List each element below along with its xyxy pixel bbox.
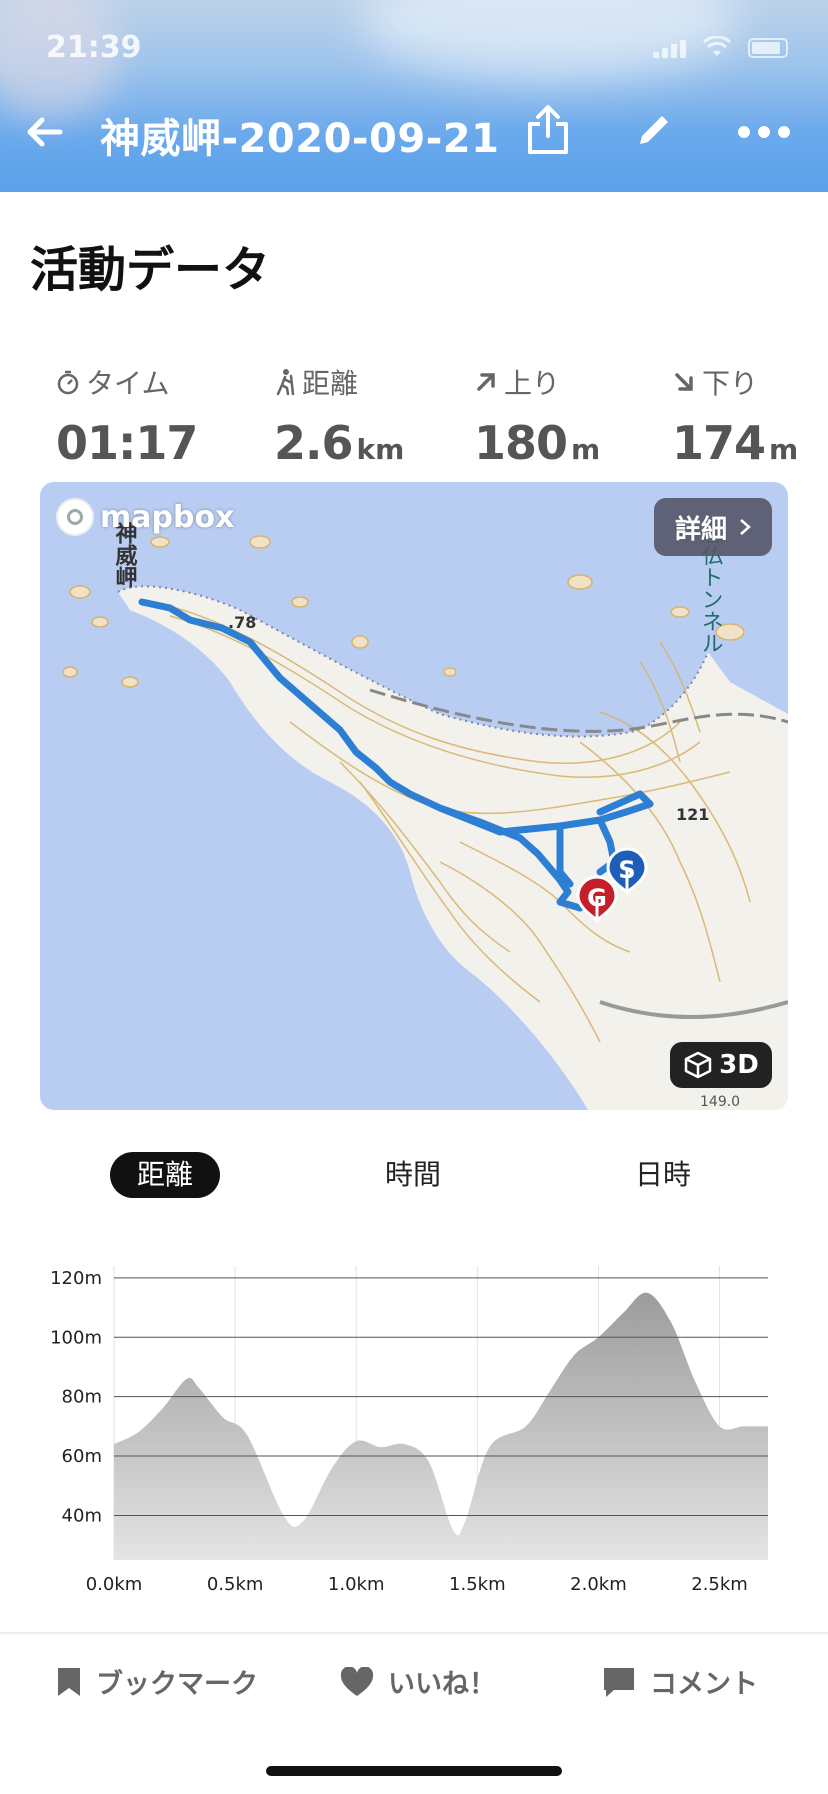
- chevron-right-icon: [740, 519, 751, 535]
- battery-icon: [748, 38, 788, 58]
- status-icons: [653, 36, 788, 58]
- map-elevation-label: 149.0: [700, 1094, 740, 1110]
- x-tick-label: 1.0km: [328, 1574, 385, 1595]
- x-tick-label: 2.5km: [691, 1574, 748, 1595]
- like-button[interactable]: いいね！: [340, 1662, 496, 1701]
- comment-button[interactable]: コメント: [602, 1662, 758, 1701]
- stat-ascent-unit: m: [571, 433, 601, 466]
- tab-distance[interactable]: 距離: [110, 1152, 220, 1198]
- comment-label: コメント: [650, 1669, 758, 1700]
- y-tick-label: 100m: [50, 1327, 102, 1348]
- stat-distance-label: 距離: [302, 367, 359, 400]
- stat-distance-value: 2.6: [274, 416, 353, 470]
- bookmark-button[interactable]: ブックマーク: [56, 1662, 258, 1701]
- x-tick-label: 1.5km: [449, 1574, 506, 1595]
- y-tick-label: 120m: [50, 1268, 102, 1289]
- map-elevation-label: 121: [676, 805, 709, 824]
- home-indicator: [266, 1766, 562, 1776]
- elevation-chart: 40m 60m 80m 100m 120m 0.0km 0.5km 1.0km 1.5km 2.…: [50, 1266, 768, 1595]
- bookmark-icon: [58, 1667, 80, 1696]
- route-map[interactable]: S G .78 121 149.0 神威岬 念仏トンネル mapbox 詳細 3…: [40, 482, 788, 1110]
- y-tick-label: 80m: [62, 1387, 102, 1408]
- stat-distance: 距離 2.6 km: [274, 362, 404, 470]
- stat-descent-value: 174: [672, 416, 766, 470]
- map-canvas: S G .78 121 149.0 神威岬 念仏トンネル: [62, 521, 788, 1110]
- x-tick-label: 2.0km: [570, 1574, 627, 1595]
- map-detail-button[interactable]: 詳細: [654, 498, 772, 556]
- stat-time-label: タイム: [86, 367, 170, 400]
- bookmark-label: ブックマーク: [96, 1669, 258, 1700]
- stat-descent-unit: m: [769, 433, 799, 466]
- arrow-up-right-icon: [477, 373, 495, 391]
- tab-datetime[interactable]: 日時: [608, 1152, 718, 1198]
- y-tick-label: 60m: [62, 1446, 102, 1467]
- tab-label: 時間: [384, 1158, 441, 1191]
- pencil-edit-icon[interactable]: [634, 110, 674, 150]
- start-marker-label: S: [618, 856, 635, 884]
- map-elevation-label: .78: [228, 613, 256, 632]
- stat-ascent: 上り 180 m: [474, 362, 600, 470]
- stat-time: タイム 01:17: [56, 362, 198, 470]
- x-tick-label: 0.5km: [207, 1574, 264, 1595]
- timer-icon: [57, 370, 79, 395]
- header: 21:39 神威岬-2020-09-21: [0, 0, 828, 192]
- elevation-area: [114, 1292, 768, 1560]
- back-arrow-icon[interactable]: [24, 112, 64, 152]
- section-title: 活動データ: [30, 242, 271, 298]
- map-detail-label: 詳細: [674, 514, 727, 545]
- stat-descent: 下り 174 m: [672, 362, 798, 470]
- cube-icon: [684, 1051, 712, 1079]
- mapbox-logo-icon: [56, 498, 94, 536]
- status-time: 21:39: [46, 30, 142, 65]
- signal-icon: [653, 40, 686, 58]
- map-3d-button[interactable]: 3D: [670, 1042, 772, 1088]
- tab-time[interactable]: 時間: [358, 1152, 468, 1198]
- tab-label: 距離: [136, 1158, 193, 1191]
- arrow-down-right-icon: [675, 373, 693, 391]
- more-options-icon[interactable]: [736, 124, 792, 140]
- comment-icon: [604, 1667, 634, 1697]
- chart-x-ticks: 0.0km 0.5km 1.0km 1.5km 2.0km 2.5km: [86, 1574, 748, 1595]
- mapbox-logo-text: mapbox: [100, 499, 235, 535]
- hiker-icon: [276, 369, 295, 396]
- wifi-icon: [702, 36, 732, 56]
- stat-ascent-label: 上り: [504, 367, 561, 400]
- map-land: [118, 586, 788, 1110]
- y-tick-label: 40m: [62, 1505, 102, 1526]
- share-icon[interactable]: [524, 104, 572, 156]
- stat-distance-unit: km: [356, 433, 405, 466]
- chart-y-ticks: 40m 60m 80m 100m 120m: [50, 1268, 102, 1527]
- stat-descent-label: 下り: [702, 367, 759, 400]
- like-label: いいね！: [388, 1669, 496, 1700]
- map-3d-label: 3D: [719, 1050, 759, 1080]
- x-tick-label: 0.0km: [86, 1574, 143, 1595]
- goal-marker-label: G: [587, 884, 607, 912]
- page-title: 神威岬-2020-09-21: [100, 116, 500, 162]
- mapbox-logo: mapbox: [56, 498, 234, 536]
- heart-icon: [340, 1666, 374, 1696]
- tab-label: 日時: [634, 1158, 691, 1191]
- stat-time-value: 01:17: [56, 416, 198, 470]
- stat-ascent-value: 180: [474, 416, 568, 470]
